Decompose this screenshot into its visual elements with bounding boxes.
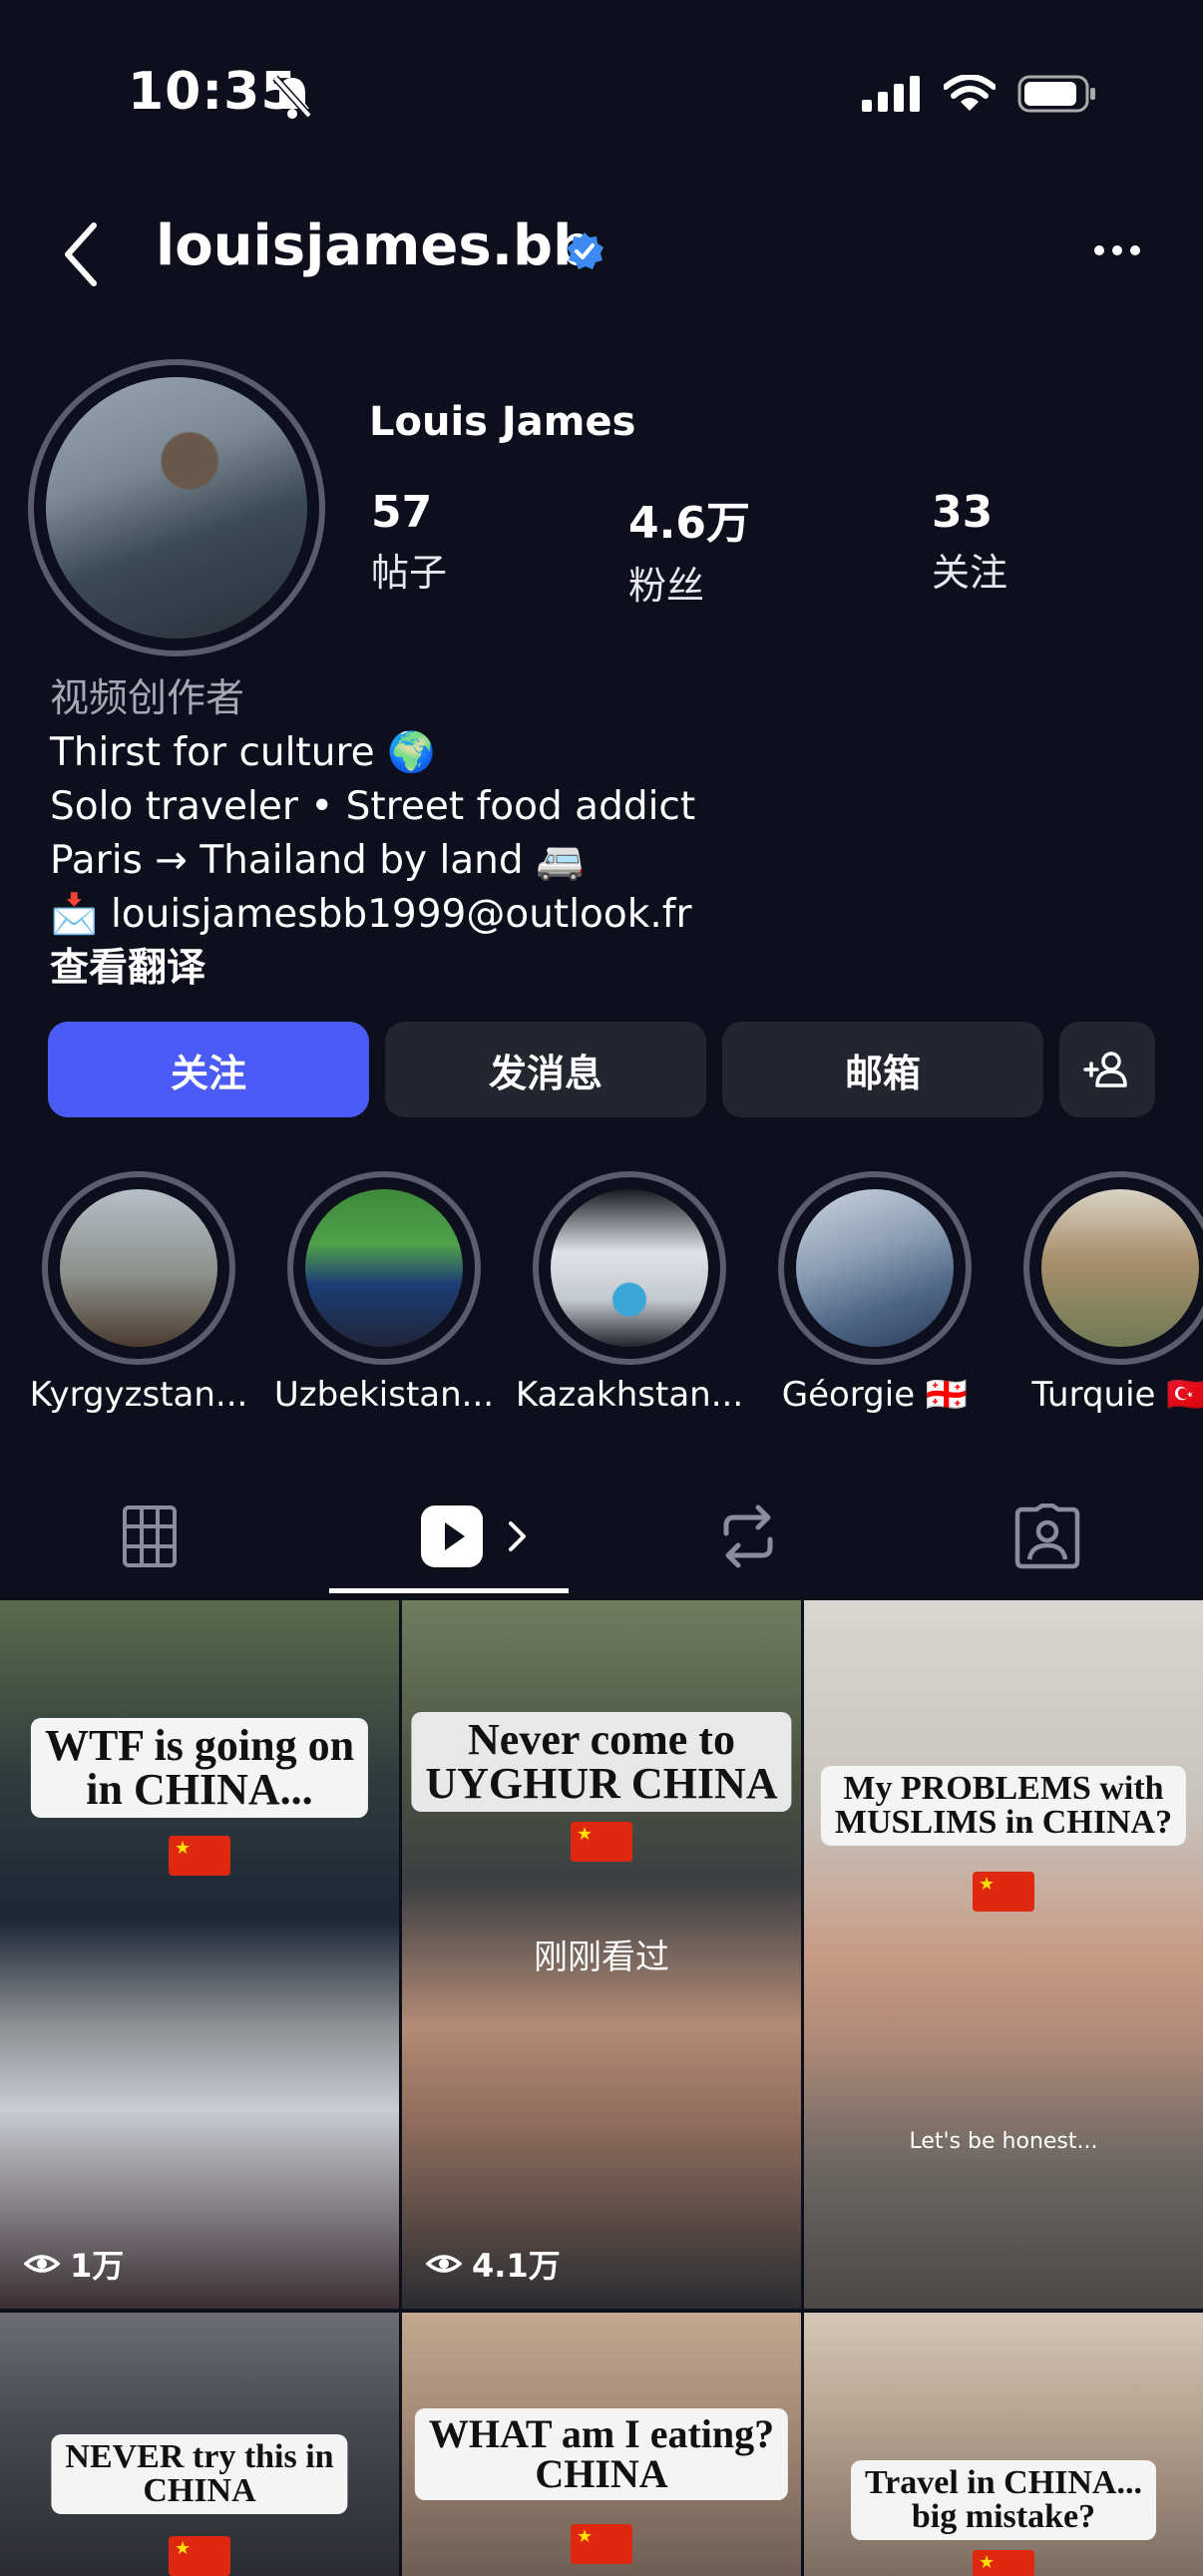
post-title-line: in CHINA... [86, 1765, 313, 1814]
chevron-left-icon [65, 222, 97, 286]
tab-tagged[interactable] [998, 1489, 1097, 1584]
china-flag-icon [169, 2536, 230, 2576]
post-title-line: CHINA [535, 2451, 668, 2496]
profile-avatar[interactable] [28, 359, 325, 656]
post-title-line: My PROBLEMS with [843, 1770, 1164, 1807]
post-title: Never come to UYGHUR CHINA [411, 1712, 792, 1812]
highlight-kyrgyzstan[interactable]: Kyrgyzstan... [30, 1171, 247, 1415]
stat-posts[interactable]: 57 帖子 [371, 487, 447, 597]
battery-icon [1017, 74, 1097, 118]
post-caption: Let's be honest... [909, 2129, 1098, 2154]
post-title-line: WTF is going on [44, 1721, 355, 1770]
profile-username: louisjames.bb [156, 214, 594, 278]
tagged-person-icon [1014, 1503, 1080, 1569]
see-translation-link[interactable]: 查看翻译 [50, 942, 695, 996]
stat-followers[interactable]: 4.6万 粉丝 [628, 487, 750, 610]
post-title-line: big mistake? [911, 2498, 1096, 2535]
highlight-cover [1041, 1189, 1199, 1347]
tab-reels[interactable] [399, 1489, 549, 1584]
highlight-cover [796, 1189, 954, 1347]
wifi-icon [943, 74, 997, 117]
post-title-line: CHINA [143, 2472, 256, 2509]
avatar-photo [46, 377, 307, 639]
more-options-button[interactable] [1091, 235, 1143, 265]
grid-icon [123, 1505, 177, 1567]
china-flag-icon [973, 1872, 1034, 1912]
post-title: WTF is going on in CHINA... [30, 1718, 369, 1818]
cellular-signal-icon [862, 76, 922, 116]
post-tile[interactable]: WHAT am I eating? CHINA [402, 2313, 801, 2576]
highlight-uzbekistan[interactable]: Uzbekistan... [274, 1171, 494, 1415]
profile-bio: 视频创作者 Thirst for culture 🌍 Solo traveler… [50, 672, 695, 996]
post-tile[interactable]: WTF is going on in CHINA... 1万 [0, 1600, 399, 2309]
post-title: My PROBLEMS with MUSLIMS in CHINA? [820, 1766, 1187, 1846]
post-title-line: NEVER try this in [65, 2438, 334, 2475]
highlight-georgia[interactable]: Géorgie 🇬🇪 [778, 1171, 972, 1415]
post-tile[interactable]: Never come to UYGHUR CHINA 刚刚看过 4.1万 [402, 1600, 801, 2309]
highlight-cover [305, 1189, 463, 1347]
stat-following[interactable]: 33 关注 [932, 487, 1007, 597]
silent-mode-icon [271, 74, 313, 124]
post-title-line: Travel in CHINA... [865, 2464, 1142, 2501]
post-title: Travel in CHINA... big mistake? [851, 2460, 1156, 2540]
post-tile[interactable]: Travel in CHINA... big mistake? [804, 2313, 1203, 2576]
email-button[interactable]: 邮箱 [722, 1022, 1043, 1117]
highlight-kazakhstan[interactable]: Kazakhstan... [516, 1171, 743, 1415]
recently-viewed-label: 刚刚看过 [534, 1937, 669, 1977]
profile-full-name: Louis James [369, 399, 636, 445]
highlight-label: Kyrgyzstan... [29, 1375, 248, 1415]
highlight-label: Turquie 🇹🇷 [1031, 1375, 1203, 1415]
view-count: 4.1万 [426, 2241, 561, 2287]
stat-posts-label: 帖子 [371, 551, 448, 595]
back-button[interactable] [58, 219, 108, 289]
china-flag-icon [571, 2524, 632, 2564]
view-count-text: 4.1万 [472, 2247, 561, 2285]
add-person-icon [1083, 1052, 1127, 1087]
post-title-line: WHAT am I eating? [428, 2411, 775, 2456]
post-title-line: UYGHUR CHINA [425, 1759, 778, 1808]
highlight-label: Géorgie 🇬🇪 [781, 1375, 969, 1415]
message-button[interactable]: 发消息 [385, 1022, 706, 1117]
tab-grid[interactable] [100, 1489, 200, 1584]
bio-category: 视频创作者 [50, 676, 245, 721]
post-title: WHAT am I eating? CHINA [414, 2408, 789, 2500]
highlight-label: Kazakhstan... [515, 1375, 744, 1415]
highlight-turkey[interactable]: Turquie 🇹🇷 [1023, 1171, 1203, 1415]
stat-followers-label: 粉丝 [628, 564, 705, 608]
post-title: NEVER try this in CHINA [51, 2434, 348, 2514]
tab-reposts[interactable] [698, 1489, 798, 1584]
reels-icon [421, 1505, 483, 1567]
view-count: 1万 [24, 2241, 124, 2287]
more-horizontal-icon [1094, 245, 1140, 255]
china-flag-icon [973, 2550, 1034, 2576]
post-tile[interactable]: NEVER try this in CHINA [0, 2313, 399, 2576]
bio-email[interactable]: 📩 louisjamesbb1999@outlook.fr [50, 888, 695, 942]
post-title-line: Never come to [468, 1715, 735, 1764]
stat-following-number: 33 [932, 487, 994, 538]
view-count-text: 1万 [70, 2247, 125, 2285]
stat-posts-number: 57 [371, 487, 433, 538]
stat-followers-number: 4.6万 [628, 498, 750, 549]
status-icons [862, 74, 1097, 118]
stat-following-label: 关注 [932, 551, 1008, 595]
active-tab-indicator [329, 1588, 569, 1593]
highlight-cover [551, 1189, 708, 1347]
follow-button[interactable]: 关注 [48, 1022, 369, 1117]
verified-badge-icon [565, 231, 604, 271]
post-title-line: MUSLIMS in CHINA? [834, 1804, 1173, 1841]
china-flag-icon [169, 1836, 230, 1876]
post-tile[interactable]: My PROBLEMS with MUSLIMS in CHINA? Let's… [804, 1600, 1203, 2309]
highlight-cover [60, 1189, 217, 1347]
eye-icon [24, 2255, 60, 2273]
bio-line: Solo traveler • Street food addict [50, 784, 696, 829]
bio-line: Thirst for culture 🌍 [50, 730, 436, 775]
bio-line: Paris → Thailand by land 🚐 [50, 838, 585, 883]
repost-icon [723, 1504, 773, 1568]
china-flag-icon [571, 1822, 632, 1862]
highlight-label: Uzbekistan... [273, 1375, 495, 1415]
suggest-people-button[interactable] [1059, 1022, 1155, 1117]
eye-icon [426, 2255, 462, 2273]
chevron-right-icon [509, 1521, 526, 1551]
